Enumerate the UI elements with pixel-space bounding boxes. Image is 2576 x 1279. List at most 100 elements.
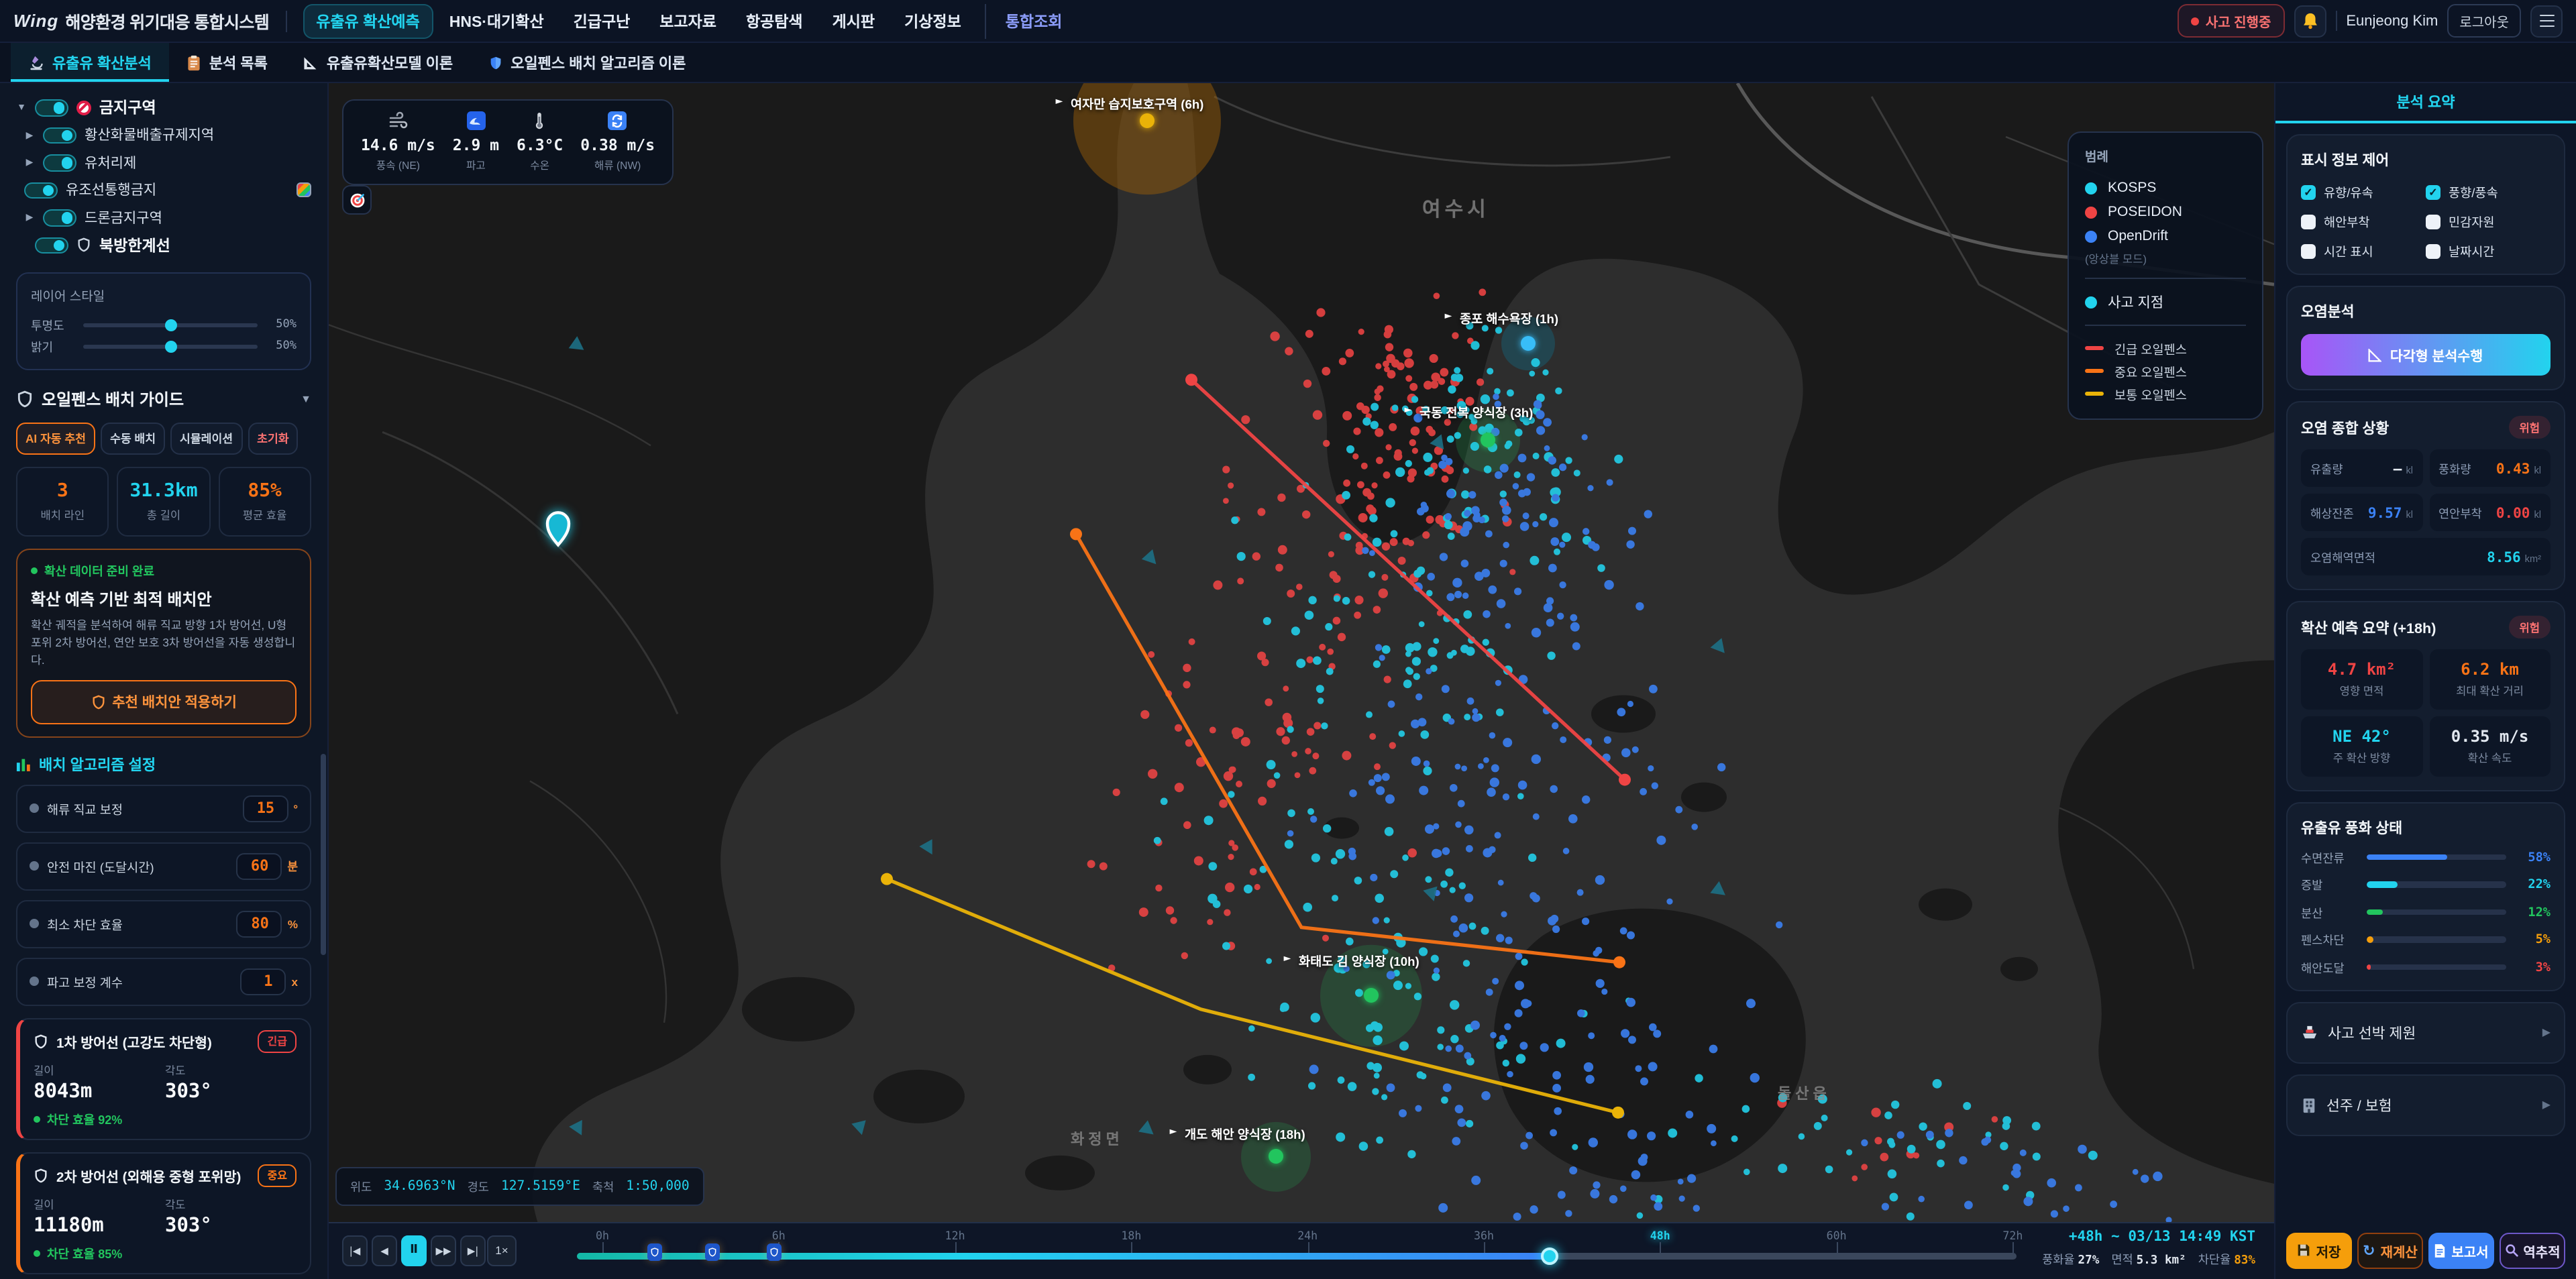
fence-name: 보통 오일펜스 bbox=[2114, 384, 2187, 403]
poi-label[interactable]: 국동 전복 양식장 (3h) bbox=[1402, 402, 1533, 421]
checkbox-checked-icon[interactable]: ✓ bbox=[2301, 184, 2316, 199]
incident-status-badge[interactable]: 사고 진행중 bbox=[2178, 4, 2285, 38]
저장-button[interactable]: 저장 bbox=[2286, 1232, 2352, 1268]
polygon-analysis-button[interactable]: 다각형 분석수행 bbox=[2301, 334, 2551, 376]
algo-value-input[interactable]: 80 bbox=[237, 910, 282, 937]
보고서-button[interactable]: 보고서 bbox=[2428, 1232, 2494, 1268]
checkbox-label: 풍향/풍속 bbox=[2449, 182, 2498, 201]
layer-toggle-유조선통행금지[interactable] bbox=[24, 182, 58, 199]
checkbox-민감자원[interactable]: ✓민감자원 bbox=[2426, 212, 2551, 231]
checkbox-icon[interactable]: ✓ bbox=[2301, 214, 2316, 229]
nav-item-게시판[interactable]: 게시판 bbox=[819, 3, 889, 38]
forecast-cell-영향 면적: 4.7 km²영향 면적 bbox=[2301, 649, 2422, 710]
nav-item-유출유 확산예측[interactable]: 유출유 확산예측 bbox=[303, 3, 433, 38]
checkbox-시간 표시[interactable]: ✓시간 표시 bbox=[2301, 241, 2426, 260]
slider-투명도[interactable] bbox=[83, 323, 258, 327]
checkbox-icon[interactable]: ✓ bbox=[2426, 243, 2440, 258]
defense-line-card-2[interactable]: 2차 방어선 (외해용 중형 포위망)중요길이11180m각도303°차단 효율… bbox=[16, 1152, 311, 1274]
poi-label[interactable]: 종포 해수욕장 (1h) bbox=[1442, 309, 1558, 327]
deployment-marker-2[interactable] bbox=[705, 1243, 720, 1260]
algo-value-input[interactable]: 15 bbox=[242, 795, 288, 822]
pollution-status-card: 오염 종합 상황 위험 유출량—kl풍화량0.43kl해상잔존9.57kl연안부… bbox=[2286, 401, 2565, 590]
sidebar-scrollbar[interactable] bbox=[321, 754, 326, 955]
step-back-button[interactable]: ◀ bbox=[372, 1235, 397, 1266]
timeline-playhead[interactable] bbox=[1542, 1247, 1559, 1264]
defense-line-card-1[interactable]: 1차 방어선 (고강도 차단형)긴급길이8043m각도303°차단 효율 92% bbox=[16, 1017, 311, 1139]
layer-toggle-북방한계선[interactable] bbox=[35, 237, 68, 254]
layer-toggle-황산화물배출규제지역[interactable] bbox=[43, 127, 76, 144]
chevron-right-icon[interactable]: ▶ bbox=[24, 130, 35, 141]
역추적-button[interactable]: 역추적 bbox=[2500, 1232, 2565, 1268]
layer-toggle-드론금지구역[interactable] bbox=[43, 209, 76, 226]
nav-item-긴급구난[interactable]: 긴급구난 bbox=[560, 3, 644, 38]
checkbox-해안부착[interactable]: ✓해안부착 bbox=[2301, 212, 2426, 231]
chevron-right-icon[interactable]: ▶ bbox=[24, 213, 35, 223]
data-ready-label: 확산 데이터 준비 완료 bbox=[44, 562, 154, 579]
algo-value-input[interactable]: 1 bbox=[241, 968, 286, 995]
poi-label[interactable]: 여자만 습지보호구역 (6h) bbox=[1053, 94, 1203, 113]
shield-icon bbox=[34, 1168, 48, 1182]
collapsed-card-사고 선박 제원[interactable]: 사고 선박 제원▶ bbox=[2286, 1001, 2565, 1063]
재계산-button[interactable]: ↻재계산 bbox=[2357, 1232, 2423, 1268]
guide-tab-AI 자동 추천[interactable]: AI 자동 추천 bbox=[16, 423, 95, 455]
logout-button[interactable]: 로그아웃 bbox=[2447, 4, 2521, 38]
slider-knob[interactable] bbox=[165, 319, 177, 331]
nav-item-항공탐색[interactable]: 항공탐색 bbox=[733, 3, 816, 38]
bar-track bbox=[2367, 909, 2506, 915]
layer-color-swatch[interactable] bbox=[297, 183, 311, 198]
chevron-down-icon[interactable]: ▼ bbox=[16, 103, 27, 113]
poi-label[interactable]: 화태도 김 양식장 (10h) bbox=[1281, 951, 1419, 970]
deployment-marker-3[interactable] bbox=[767, 1243, 782, 1260]
map-canvas[interactable]: 여수시화정면돌산읍 여자만 습지보호구역 (6h)종포 해수욕장 (1h)국동 … bbox=[329, 83, 2274, 1279]
layer-toggle-금지구역[interactable] bbox=[35, 99, 68, 116]
notifications-button[interactable] bbox=[2294, 5, 2326, 37]
menu-button[interactable] bbox=[2530, 5, 2563, 37]
collapsed-card-선주 / 보험[interactable]: 선주 / 보험▶ bbox=[2286, 1074, 2565, 1135]
fast-forward-button[interactable]: ▶▶ bbox=[431, 1235, 456, 1266]
poi-label[interactable]: 개도 해안 양식장 (18h) bbox=[1167, 1124, 1305, 1143]
checkbox-icon[interactable]: ✓ bbox=[2301, 243, 2316, 258]
skip-end-button[interactable]: ▶| bbox=[460, 1235, 486, 1266]
guide-tab-수동 배치[interactable]: 수동 배치 bbox=[101, 423, 165, 455]
nav-item-통합조회[interactable]: 통합조회 bbox=[985, 3, 1076, 38]
shield-icon bbox=[16, 390, 34, 408]
length-label: 길이 bbox=[34, 1062, 165, 1078]
checkbox-풍향/풍속[interactable]: ✓ 풍향/풍속 bbox=[2426, 182, 2551, 201]
playback-speed-button[interactable]: 1× bbox=[487, 1235, 517, 1266]
timeline-track[interactable] bbox=[577, 1252, 2017, 1259]
fence-guide-header[interactable]: 오일펜스 배치 가이드 ▼ bbox=[16, 388, 311, 410]
weather-value: 6.3°C bbox=[517, 135, 563, 154]
action-buttons: 저장↻재계산보고서역추적 bbox=[2275, 1221, 2576, 1279]
nav-item-보고자료[interactable]: 보고자료 bbox=[646, 3, 730, 38]
locate-incident-button[interactable] bbox=[342, 185, 372, 215]
pause-button[interactable]: Ⅱ bbox=[401, 1235, 427, 1266]
tab-유출유 확산분석[interactable]: 유출유 확산분석 bbox=[11, 43, 169, 82]
guide-tab-초기화[interactable]: 초기화 bbox=[248, 423, 298, 455]
checkbox-icon[interactable]: ✓ bbox=[2426, 214, 2440, 229]
algo-value-input[interactable]: 60 bbox=[236, 852, 282, 879]
chevron-right-icon: ▶ bbox=[2542, 1026, 2551, 1038]
efficiency-status: 차단 효율 85% bbox=[34, 1244, 297, 1262]
slider-밝기[interactable] bbox=[83, 344, 258, 348]
tab-분석 목록[interactable]: 분석 목록 bbox=[169, 43, 285, 82]
layer-toggle-유처리제[interactable] bbox=[43, 154, 76, 171]
efficiency-dot-icon bbox=[34, 1249, 40, 1256]
tab-오일펜스 배치 알고리즘 이론[interactable]: 오일펜스 배치 알고리즘 이론 bbox=[470, 43, 703, 82]
apply-recommendation-button[interactable]: 추천 배치안 적용하기 bbox=[31, 679, 297, 724]
layer-label: 황산화물배출규제지역 bbox=[85, 125, 214, 146]
slider-knob[interactable] bbox=[165, 340, 177, 352]
checkbox-날짜시간[interactable]: ✓날짜시간 bbox=[2426, 241, 2551, 260]
nav-item-HNS·대기확산[interactable]: HNS·대기확산 bbox=[436, 3, 557, 38]
chevron-right-icon[interactable]: ▶ bbox=[24, 158, 35, 168]
checkbox-checked-icon[interactable]: ✓ bbox=[2426, 184, 2440, 199]
guide-tab-시뮬레이션[interactable]: 시뮬레이션 bbox=[170, 423, 242, 455]
checkbox-유향/유속[interactable]: ✓유향/유속 bbox=[2301, 182, 2426, 201]
nav-item-기상정보[interactable]: 기상정보 bbox=[891, 3, 975, 38]
algo-label-wrap: 해류 직교 보정 bbox=[30, 799, 123, 818]
tab-유출유확산모델 이론[interactable]: 유출유확산모델 이론 bbox=[285, 43, 470, 82]
deployment-marker-1[interactable] bbox=[647, 1243, 662, 1260]
skip-start-button[interactable]: |◀ bbox=[342, 1235, 368, 1266]
tab-analysis-summary[interactable]: 분석 요약 bbox=[2275, 83, 2576, 123]
lat-label: 위도 bbox=[350, 1177, 372, 1194]
legend-incident-label: 사고 지점 bbox=[2108, 292, 2163, 312]
